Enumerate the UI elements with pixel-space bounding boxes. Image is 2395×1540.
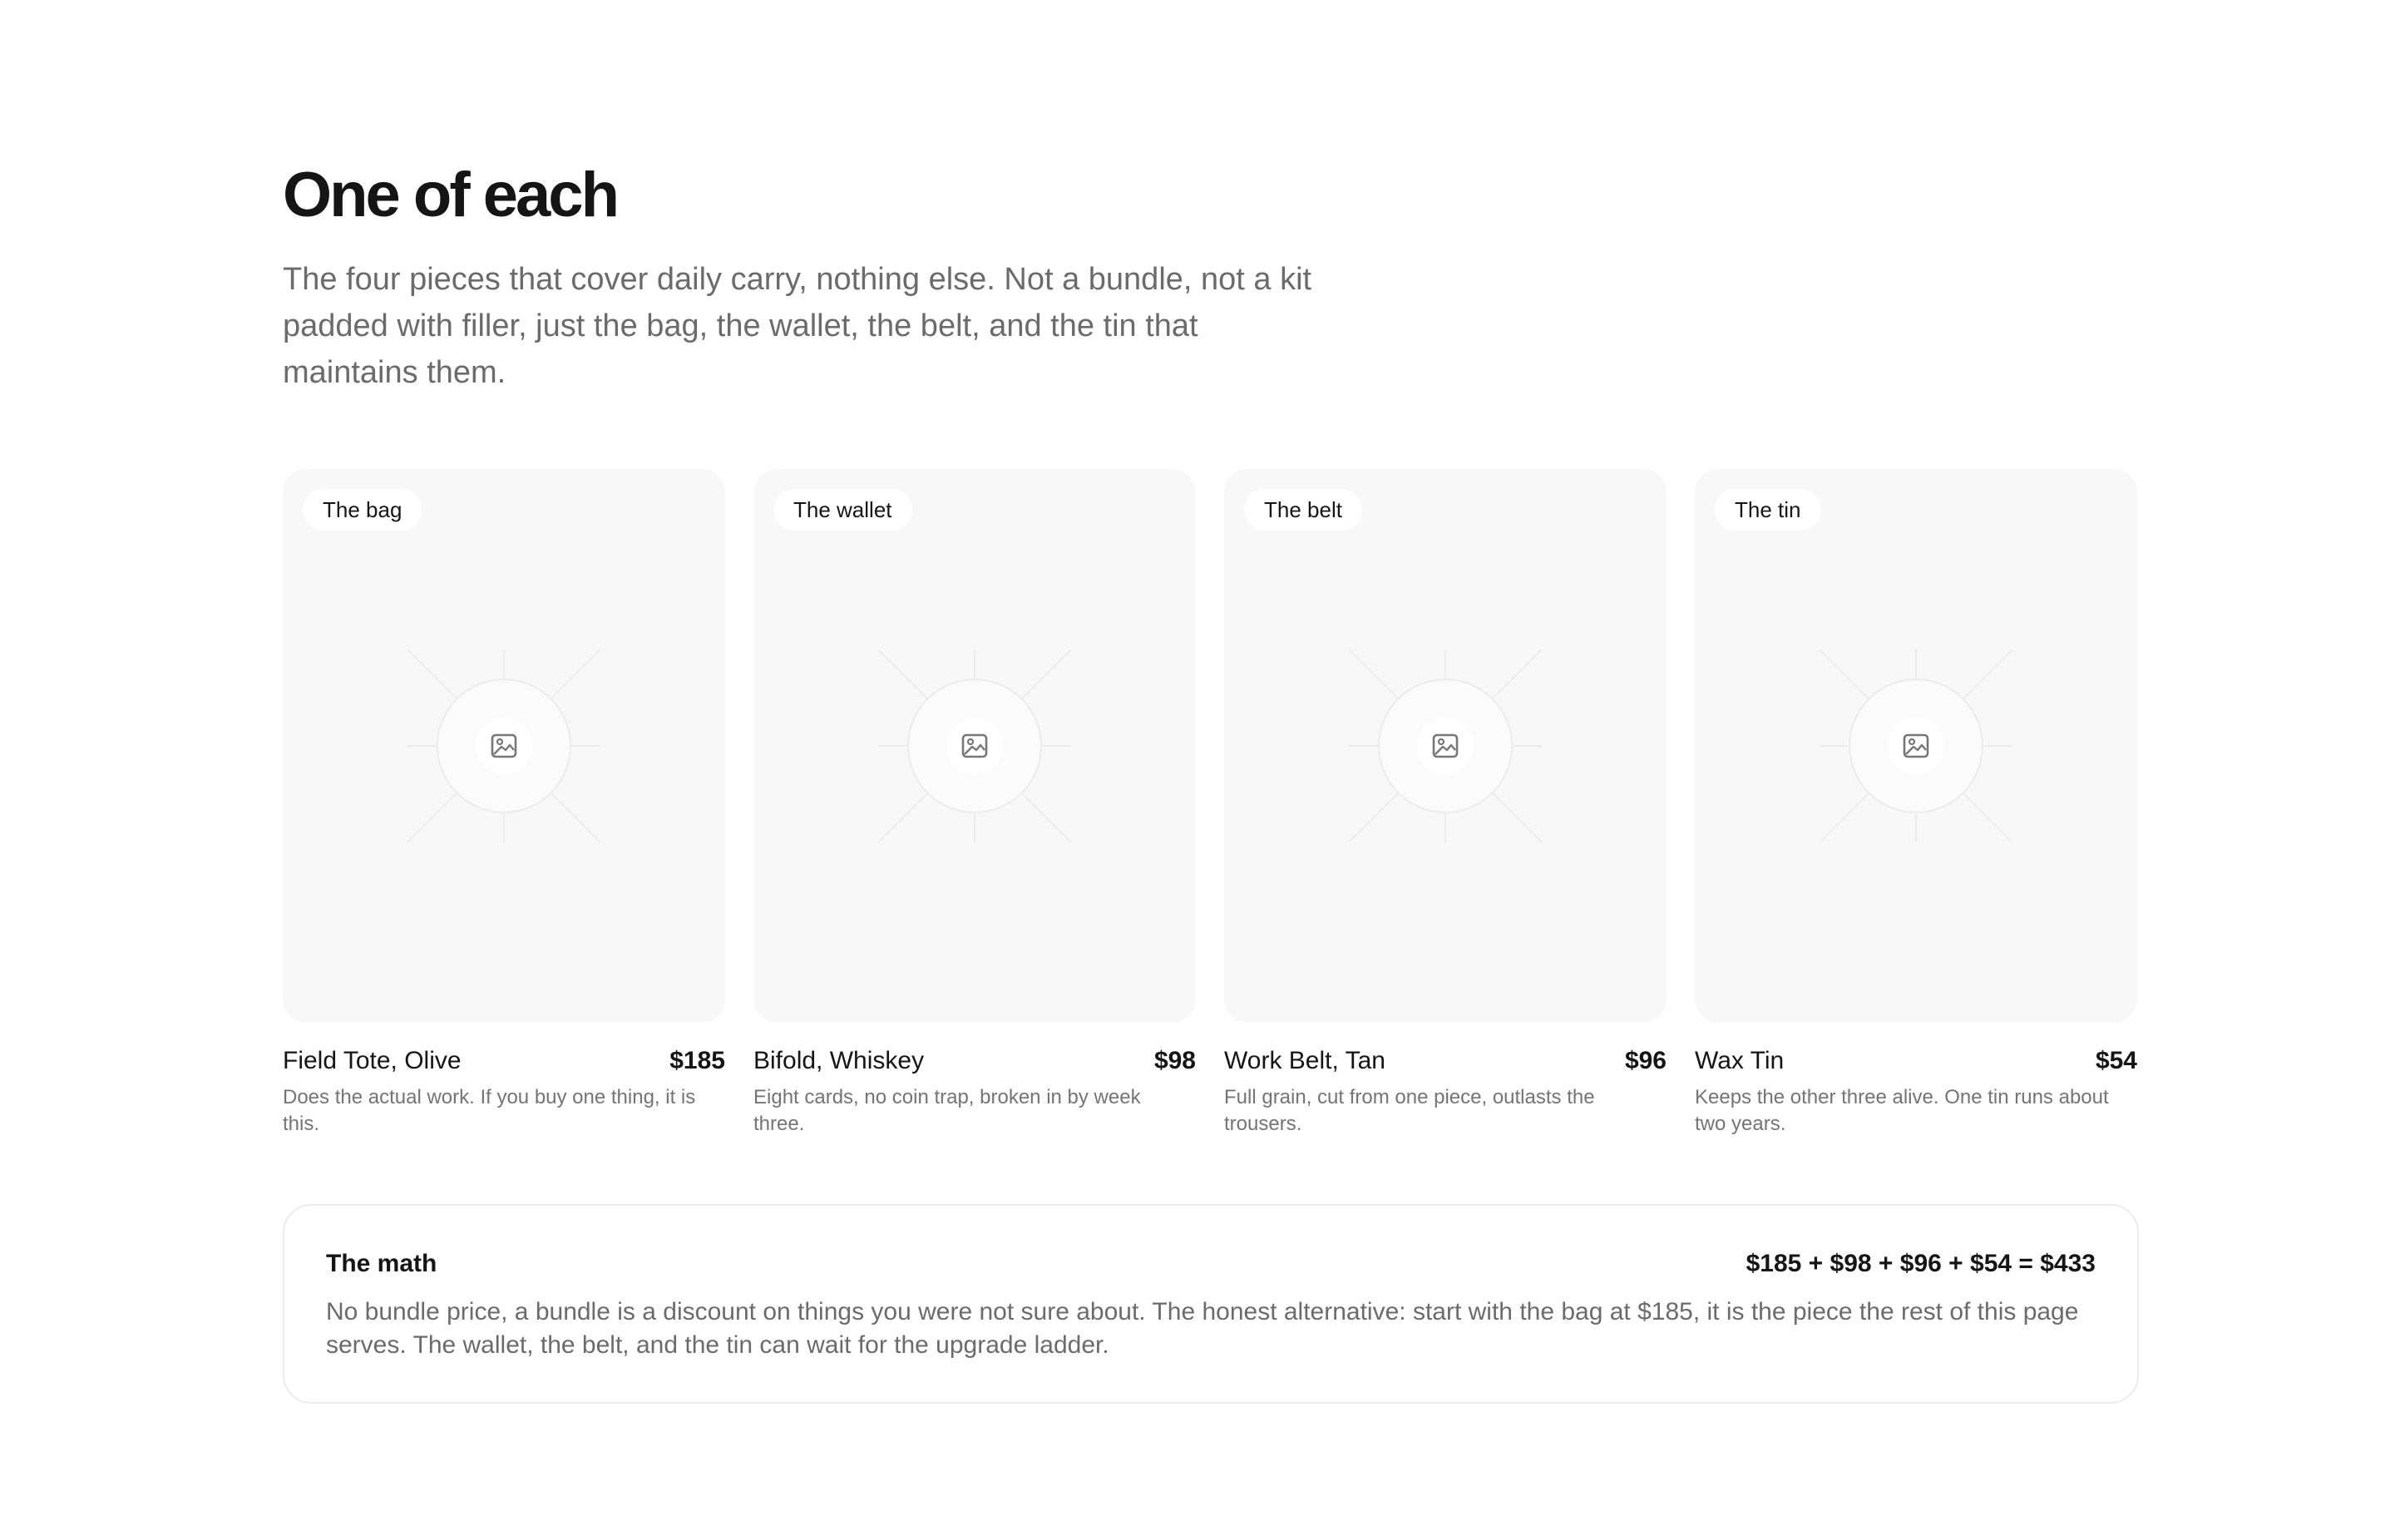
product-name[interactable]: Wax Tin <box>1695 1046 1784 1076</box>
product-tag: The belt <box>1244 489 1362 531</box>
product-tag: The bag <box>303 489 422 531</box>
page-intro: The four pieces that cover daily carry, … <box>283 262 1312 390</box>
product-image[interactable]: The tin <box>1695 469 2137 1023</box>
image-placeholder-icon <box>407 649 600 842</box>
product-name[interactable]: Work Belt, Tan <box>1224 1046 1385 1076</box>
math-header: The math $185 + $98 + $96 + $54 = $433 <box>326 1249 2096 1279</box>
product-grid: The bag Field Tote, Olive $185 Does the … <box>283 469 2139 1138</box>
product-card-bag[interactable]: The bag Field Tote, Olive $185 Does the … <box>283 469 725 1138</box>
product-image[interactable]: The wallet <box>753 469 1196 1023</box>
product-tag: The tin <box>1715 489 1821 531</box>
product-description: Full grain, cut from one piece, outlasts… <box>1224 1086 1595 1135</box>
product-price: $185 <box>669 1047 725 1074</box>
math-title: The math <box>326 1250 437 1277</box>
product-meta: Work Belt, Tan $96 <box>1224 1046 1667 1076</box>
product-meta: Wax Tin $54 <box>1695 1046 2137 1076</box>
math-total: $185 + $98 + $96 + $54 = $433 <box>1746 1250 2096 1277</box>
product-name[interactable]: Bifold, Whiskey <box>753 1046 924 1076</box>
math-summary-panel: The math $185 + $98 + $96 + $54 = $433 N… <box>283 1204 2139 1404</box>
product-tag: The wallet <box>773 489 912 531</box>
product-price: $98 <box>1153 1047 1196 1074</box>
product-meta: Bifold, Whiskey $98 <box>753 1046 1196 1076</box>
image-placeholder-icon <box>1349 649 1542 842</box>
product-description: Does the actual work. If you buy one thi… <box>283 1086 696 1135</box>
product-price: $54 <box>2095 1047 2137 1074</box>
math-explanation: No bundle price, a bundle is a discount … <box>326 1298 2079 1359</box>
product-card-tin[interactable]: The tin Wax Tin $54 Keeps the other thre… <box>1695 469 2137 1138</box>
product-description: Keeps the other three alive. One tin run… <box>1695 1086 2109 1135</box>
product-name[interactable]: Field Tote, Olive <box>283 1046 462 1076</box>
product-card-wallet[interactable]: The wallet Bifold, Whiskey $98 Eight car… <box>753 469 1196 1138</box>
product-card-belt[interactable]: The belt Work Belt, Tan $96 Full grain, … <box>1224 469 1667 1138</box>
product-image[interactable]: The belt <box>1224 469 1667 1023</box>
product-price: $96 <box>1624 1047 1667 1074</box>
page: One of each The four pieces that cover d… <box>0 0 2395 1540</box>
product-meta: Field Tote, Olive $185 <box>283 1046 725 1076</box>
product-image[interactable]: The bag <box>283 469 725 1023</box>
page-title: One of each <box>283 160 620 230</box>
product-description: Eight cards, no coin trap, broken in by … <box>753 1086 1141 1135</box>
image-placeholder-icon <box>878 649 1071 842</box>
image-placeholder-icon <box>1820 649 2012 842</box>
